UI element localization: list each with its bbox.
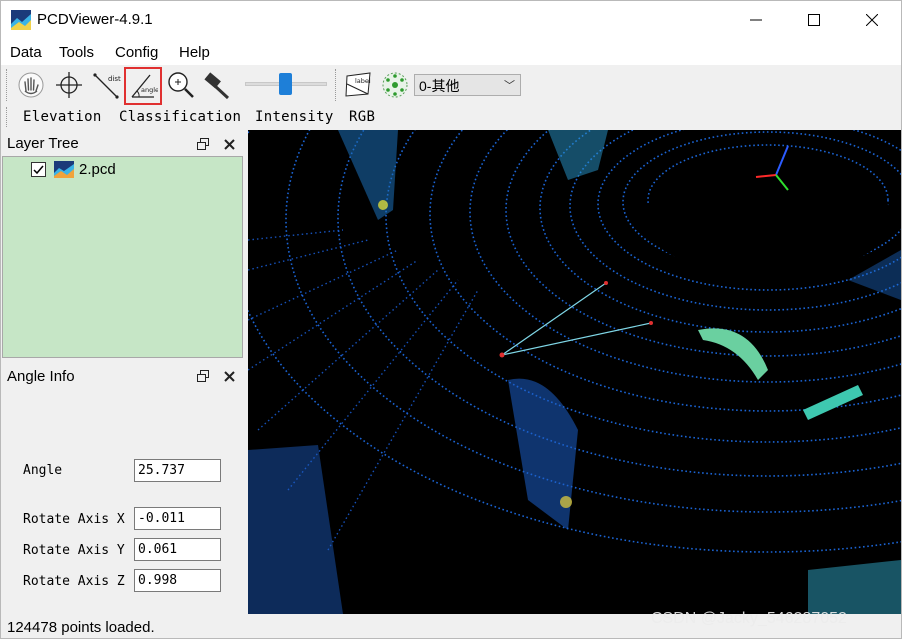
float-icon bbox=[197, 370, 209, 382]
distance-icon: dist bbox=[93, 73, 121, 99]
angle-info-title: Angle Info bbox=[7, 368, 75, 385]
minimize-button[interactable] bbox=[727, 1, 785, 39]
svg-text:dist: dist bbox=[108, 75, 121, 83]
maximize-icon bbox=[808, 14, 820, 26]
window-title: PCDViewer-4.9.1 bbox=[37, 11, 153, 28]
color-mode-rgb[interactable]: RGB bbox=[349, 109, 375, 125]
cluster-tool-button[interactable] bbox=[379, 69, 411, 101]
toolbar-grip[interactable] bbox=[6, 69, 8, 101]
clear-tool-button[interactable] bbox=[201, 69, 233, 101]
rotate-axis-z-field[interactable]: 0.998 bbox=[134, 569, 221, 592]
point-cloud-viewport[interactable] bbox=[248, 130, 901, 614]
toolbar-grip-2[interactable] bbox=[335, 69, 337, 101]
hand-icon bbox=[18, 72, 44, 98]
rotate-axis-y-field[interactable]: 0.061 bbox=[134, 538, 221, 561]
close-icon bbox=[223, 370, 235, 382]
chevron-down-icon: ﹀ bbox=[504, 80, 515, 92]
sensor-shadow bbox=[643, 165, 893, 275]
rotate-axis-z-label: Rotate Axis Z bbox=[23, 574, 125, 589]
close-icon bbox=[866, 14, 878, 26]
label-icon: label bbox=[345, 72, 371, 97]
angle-info-close-button[interactable] bbox=[221, 368, 237, 384]
angle-field[interactable]: 25.737 bbox=[134, 459, 221, 482]
point-size-slider-handle[interactable] bbox=[278, 73, 292, 95]
menu-data[interactable]: Data bbox=[10, 44, 42, 61]
angle-tool-button[interactable]: angle bbox=[124, 67, 162, 105]
menu-tools[interactable]: Tools bbox=[59, 44, 94, 61]
status-text: 124478 points loaded. bbox=[7, 619, 155, 636]
color-mode-elevation[interactable]: Elevation bbox=[23, 109, 102, 125]
rotate-axis-x-field[interactable]: -0.011 bbox=[134, 507, 221, 530]
cluster-icon bbox=[382, 72, 408, 98]
layer-item-label[interactable]: 2.pcd bbox=[79, 161, 116, 178]
color-mode-grip[interactable] bbox=[6, 107, 8, 127]
point-cloud-file-icon bbox=[54, 161, 74, 178]
color-mode-intensity[interactable]: Intensity bbox=[255, 109, 334, 125]
checkmark-icon bbox=[33, 165, 44, 175]
angle-info-float-button[interactable] bbox=[195, 368, 211, 384]
layer-visibility-checkbox[interactable] bbox=[31, 162, 46, 177]
distance-tool-button[interactable]: dist bbox=[91, 69, 123, 101]
layer-tree-float-button[interactable] bbox=[195, 136, 211, 152]
angle-measurement bbox=[499, 281, 653, 358]
color-mode-classification[interactable]: Classification bbox=[119, 109, 241, 125]
app-window: PCDViewer-4.9.1 Data Tools Config Help d… bbox=[0, 0, 902, 639]
float-icon bbox=[197, 138, 209, 150]
magnifier-icon bbox=[168, 72, 194, 98]
watermark: CSDN @Jacky_546287052 bbox=[651, 610, 847, 627]
app-icon bbox=[11, 10, 31, 30]
close-button[interactable] bbox=[843, 1, 901, 39]
pick-point-tool-button[interactable] bbox=[53, 69, 85, 101]
angle-label: Angle bbox=[23, 463, 63, 478]
layer-tree-list bbox=[2, 156, 243, 358]
svg-text:label: label bbox=[355, 77, 371, 85]
rotate-axis-x-label: Rotate Axis X bbox=[23, 512, 125, 527]
zoom-tool-button[interactable] bbox=[165, 69, 197, 101]
svg-text:angle: angle bbox=[141, 86, 158, 94]
angle-icon: angle bbox=[131, 74, 158, 98]
title-bar: PCDViewer-4.9.1 bbox=[1, 1, 901, 39]
crosshair-icon bbox=[56, 72, 82, 98]
layer-tree-close-button[interactable] bbox=[221, 136, 237, 152]
menu-help[interactable]: Help bbox=[179, 44, 210, 61]
hammer-icon bbox=[204, 72, 230, 100]
maximize-button[interactable] bbox=[785, 1, 843, 39]
point-cloud-canvas bbox=[248, 130, 901, 614]
layer-tree-title: Layer Tree bbox=[7, 135, 79, 152]
minimize-icon bbox=[750, 19, 762, 21]
class-select[interactable]: 0-其他 ﹀ bbox=[414, 74, 521, 96]
class-select-value: 0-其他 bbox=[419, 78, 460, 94]
pan-tool-button[interactable] bbox=[15, 69, 47, 101]
label-tool-button[interactable]: label bbox=[343, 69, 375, 101]
menu-config[interactable]: Config bbox=[115, 44, 158, 61]
close-icon bbox=[223, 138, 235, 150]
rotate-axis-y-label: Rotate Axis Y bbox=[23, 543, 125, 558]
